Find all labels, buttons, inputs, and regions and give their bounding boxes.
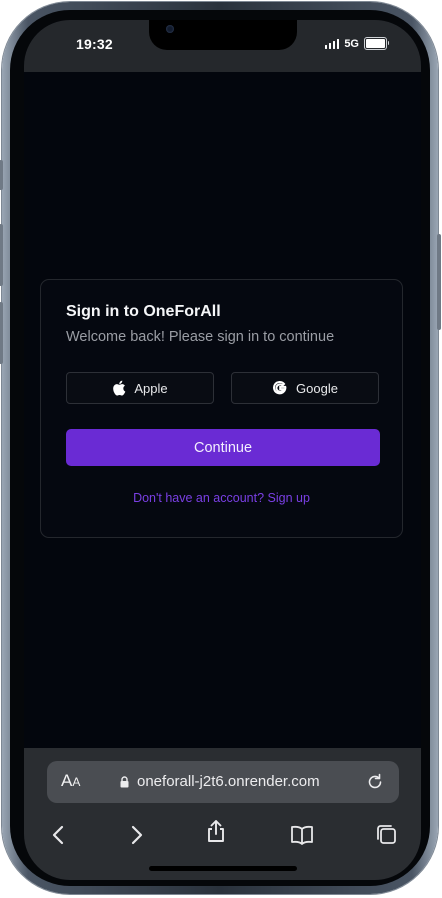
continue-button[interactable]: Continue (66, 429, 380, 466)
volume-down-button (0, 302, 3, 364)
sign-in-title: Sign in to OneForAll (66, 303, 221, 320)
web-content: Sign in to OneForAll Welcome back! Pleas… (24, 72, 421, 748)
home-indicator (149, 866, 297, 871)
bookmarks-icon[interactable] (289, 822, 315, 848)
network-type: 5G (344, 37, 359, 50)
volume-up-button (0, 224, 3, 286)
apple-icon (113, 380, 126, 396)
battery-icon (364, 37, 389, 50)
url-text: oneforall-j2t6.onrender.com (137, 773, 320, 790)
forward-icon[interactable] (123, 822, 149, 848)
front-camera (166, 25, 174, 33)
power-button (437, 234, 441, 330)
reload-icon[interactable] (365, 772, 385, 792)
signal-icon (324, 38, 340, 49)
status-bar: 19:32 5G (24, 20, 421, 72)
tabs-icon[interactable] (373, 822, 399, 848)
status-indicators: 5G (324, 37, 389, 50)
safari-toolbar: AA oneforall-j2t6.onrender.com (24, 748, 421, 880)
sign-in-subtitle: Welcome back! Please sign in to continue (66, 329, 335, 345)
address-bar[interactable]: AA oneforall-j2t6.onrender.com (47, 761, 399, 803)
sign-in-card: Sign in to OneForAll Welcome back! Pleas… (40, 279, 403, 538)
google-sign-in-button[interactable]: Google (231, 372, 379, 404)
back-icon[interactable] (46, 822, 72, 848)
apple-sign-in-button[interactable]: Apple (66, 372, 214, 404)
sign-up-link[interactable]: Don't have an account? Sign up (41, 491, 402, 505)
text-size-label: AA (61, 771, 81, 790)
text-size-button[interactable]: AA (61, 771, 80, 791)
screen: 19:32 5G Sign in to OneForAll Welcome ba… (24, 20, 421, 880)
notch (149, 20, 297, 50)
mute-switch (0, 160, 3, 190)
google-button-label: Google (296, 380, 338, 396)
status-time: 19:32 (76, 36, 113, 52)
share-icon[interactable] (203, 818, 229, 844)
apple-button-label: Apple (134, 380, 168, 396)
google-icon (273, 381, 287, 395)
lock-icon (120, 776, 129, 788)
